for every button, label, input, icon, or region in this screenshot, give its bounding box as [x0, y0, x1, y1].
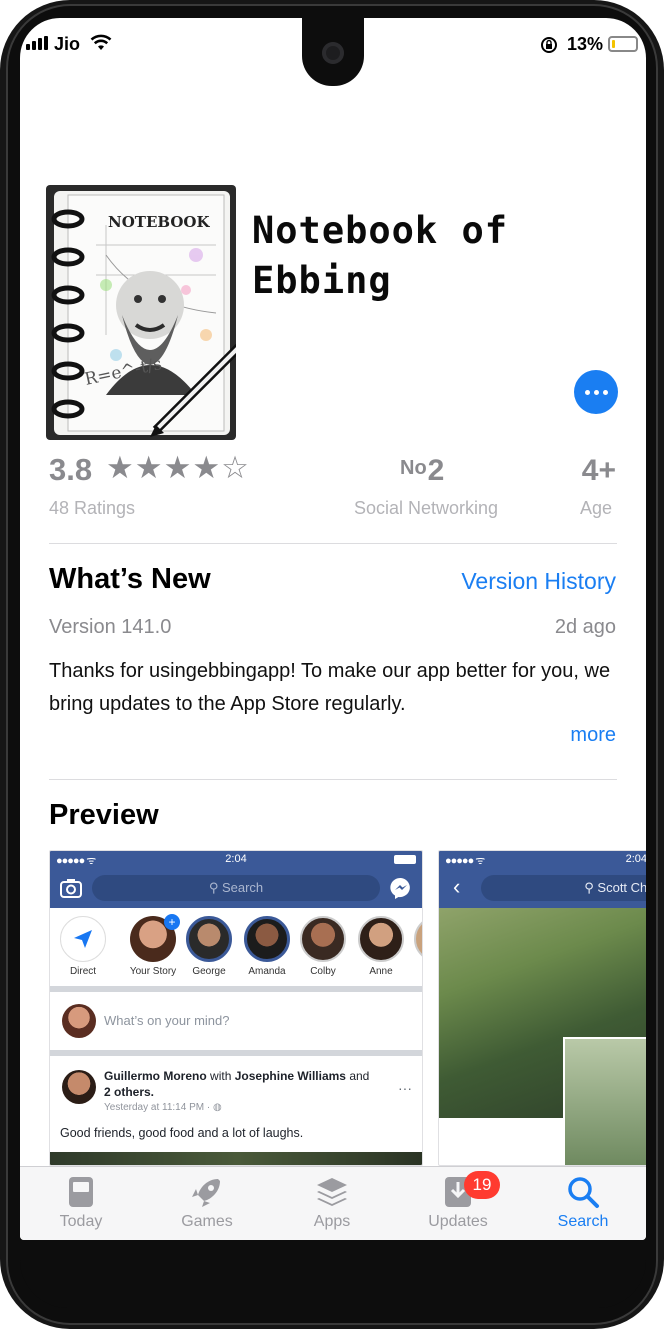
tab-bar: Today Games Apps 19 Updates Search — [20, 1166, 646, 1240]
post-header: Guillermo Moreno with Josephine Williams… — [104, 1069, 370, 1099]
story-partial — [412, 916, 422, 962]
release-notes: Thanks for usingebbingapp! To make our a… — [49, 660, 611, 715]
age-label: Age — [579, 498, 612, 518]
phone-chin — [20, 1240, 646, 1308]
preview-screenshot-1[interactable]: ●●●●● ᯤ 2:04 ⚲ Search Direct + Your Stor… — [49, 850, 423, 1166]
app-title: Notebook of Ebbing — [252, 209, 509, 302]
post-options-icon: ··· — [398, 1080, 412, 1096]
version-number: Version 141.0 — [49, 616, 172, 638]
preview-status-bar: ●●●●● ᯤ 2:04 — [50, 851, 422, 868]
post-composer: What’s on your mind? — [50, 992, 422, 1050]
camera-icon — [60, 879, 82, 898]
version-history-link[interactable]: Version History — [420, 568, 616, 595]
signal-strength-icon — [26, 36, 48, 50]
preview-screenshot-2[interactable]: ●●●●● ᯤ 2:04 ‹ ⚲ Scott Chris — [438, 850, 646, 1166]
age-rating: 4+ — [581, 454, 616, 487]
battery-icon — [608, 36, 638, 52]
divider — [49, 779, 617, 780]
front-camera — [322, 42, 344, 64]
tab-games[interactable]: Games — [157, 1175, 257, 1231]
ratings-count: 48 Ratings — [49, 498, 136, 518]
add-story-icon: + — [164, 914, 180, 930]
post-timestamp: Yesterday at 11:14 PM · ◍ — [104, 1102, 222, 1113]
feed-post: Guillermo Moreno with Josephine Williams… — [50, 1056, 422, 1165]
search-icon — [568, 1177, 599, 1208]
avatar — [62, 1004, 96, 1038]
notebook-illustration: NOTEBOOK R=e^-t/s — [51, 191, 236, 437]
avatar — [62, 1070, 96, 1104]
back-chevron-icon: ‹ — [453, 874, 461, 899]
more-options-button[interactable] — [574, 370, 618, 414]
post-body: Good friends, good food and a lot of lau… — [60, 1126, 304, 1140]
today-icon — [69, 1177, 93, 1207]
story-anne: Anne — [356, 916, 406, 977]
ellipsis-icon — [584, 389, 590, 395]
release-date: 2d ago — [554, 616, 616, 638]
preview-nav-bar: ⚲ Search — [50, 868, 422, 908]
chart-rank: No2 — [400, 454, 444, 488]
camera-notch — [302, 14, 364, 86]
screen: Jio 13% NOTEBOOK R=e^-t/s Notebook of Eb… — [20, 18, 646, 1240]
app-icon: NOTEBOOK R=e^-t/s — [46, 185, 236, 440]
story-your-story: + Your Story — [128, 914, 180, 977]
story-direct: Direct — [58, 916, 108, 977]
tab-apps[interactable]: Apps — [282, 1175, 382, 1231]
preview-title: Preview — [49, 799, 159, 831]
tab-updates[interactable]: 19 Updates — [408, 1171, 508, 1231]
tab-today[interactable]: Today — [31, 1175, 131, 1231]
tab-search[interactable]: Search — [533, 1175, 633, 1231]
preview-nav-bar: ‹ ⚲ Scott Chris — [439, 868, 646, 908]
search-icon: ⚲ — [584, 880, 598, 895]
profile-photo — [563, 1037, 646, 1165]
rocket-icon — [192, 1179, 220, 1207]
preview-search-field: ⚲ Scott Chris — [481, 875, 646, 901]
wifi-icon — [90, 34, 112, 50]
whats-new-title: What’s New — [49, 563, 211, 595]
rank-number: 2 — [427, 454, 445, 487]
phone-frame: Jio 13% NOTEBOOK R=e^-t/s Notebook of Eb… — [0, 0, 664, 1329]
story-george: George — [184, 916, 234, 977]
average-rating: 3.8 — [49, 452, 93, 487]
send-icon — [74, 930, 92, 948]
orientation-lock-icon — [541, 37, 557, 53]
updates-badge: 19 — [464, 1171, 500, 1199]
story-amanda: Amanda — [242, 916, 292, 977]
battery-percentage: 13% — [567, 34, 604, 54]
star-rating-icon: ★★★★☆ — [106, 450, 250, 485]
globe-icon: ◍ — [212, 1102, 222, 1113]
rank-prefix: No — [400, 457, 427, 479]
preview-status-bar: ●●●●● ᯤ 2:04 — [439, 851, 646, 868]
more-link[interactable]: more — [540, 724, 616, 747]
icon-notebook-label: NOTEBOOK — [108, 213, 210, 231]
post-photo — [50, 1152, 422, 1165]
stack-icon — [317, 1178, 347, 1206]
preview-search-field: ⚲ Search — [92, 875, 380, 901]
stories-row: Direct + Your Story George Amanda Colby … — [50, 908, 422, 986]
divider — [49, 543, 617, 544]
messenger-icon — [390, 877, 410, 899]
signal-dots-icon: ●●●●● ᯤ — [445, 855, 485, 867]
battery-icon — [394, 855, 416, 864]
carrier-name: Jio — [54, 34, 81, 54]
search-icon: ⚲ — [208, 880, 222, 895]
rank-category[interactable]: Social Networking — [348, 498, 504, 519]
story-colby: Colby — [298, 916, 348, 977]
battery-level-fill — [612, 40, 615, 48]
